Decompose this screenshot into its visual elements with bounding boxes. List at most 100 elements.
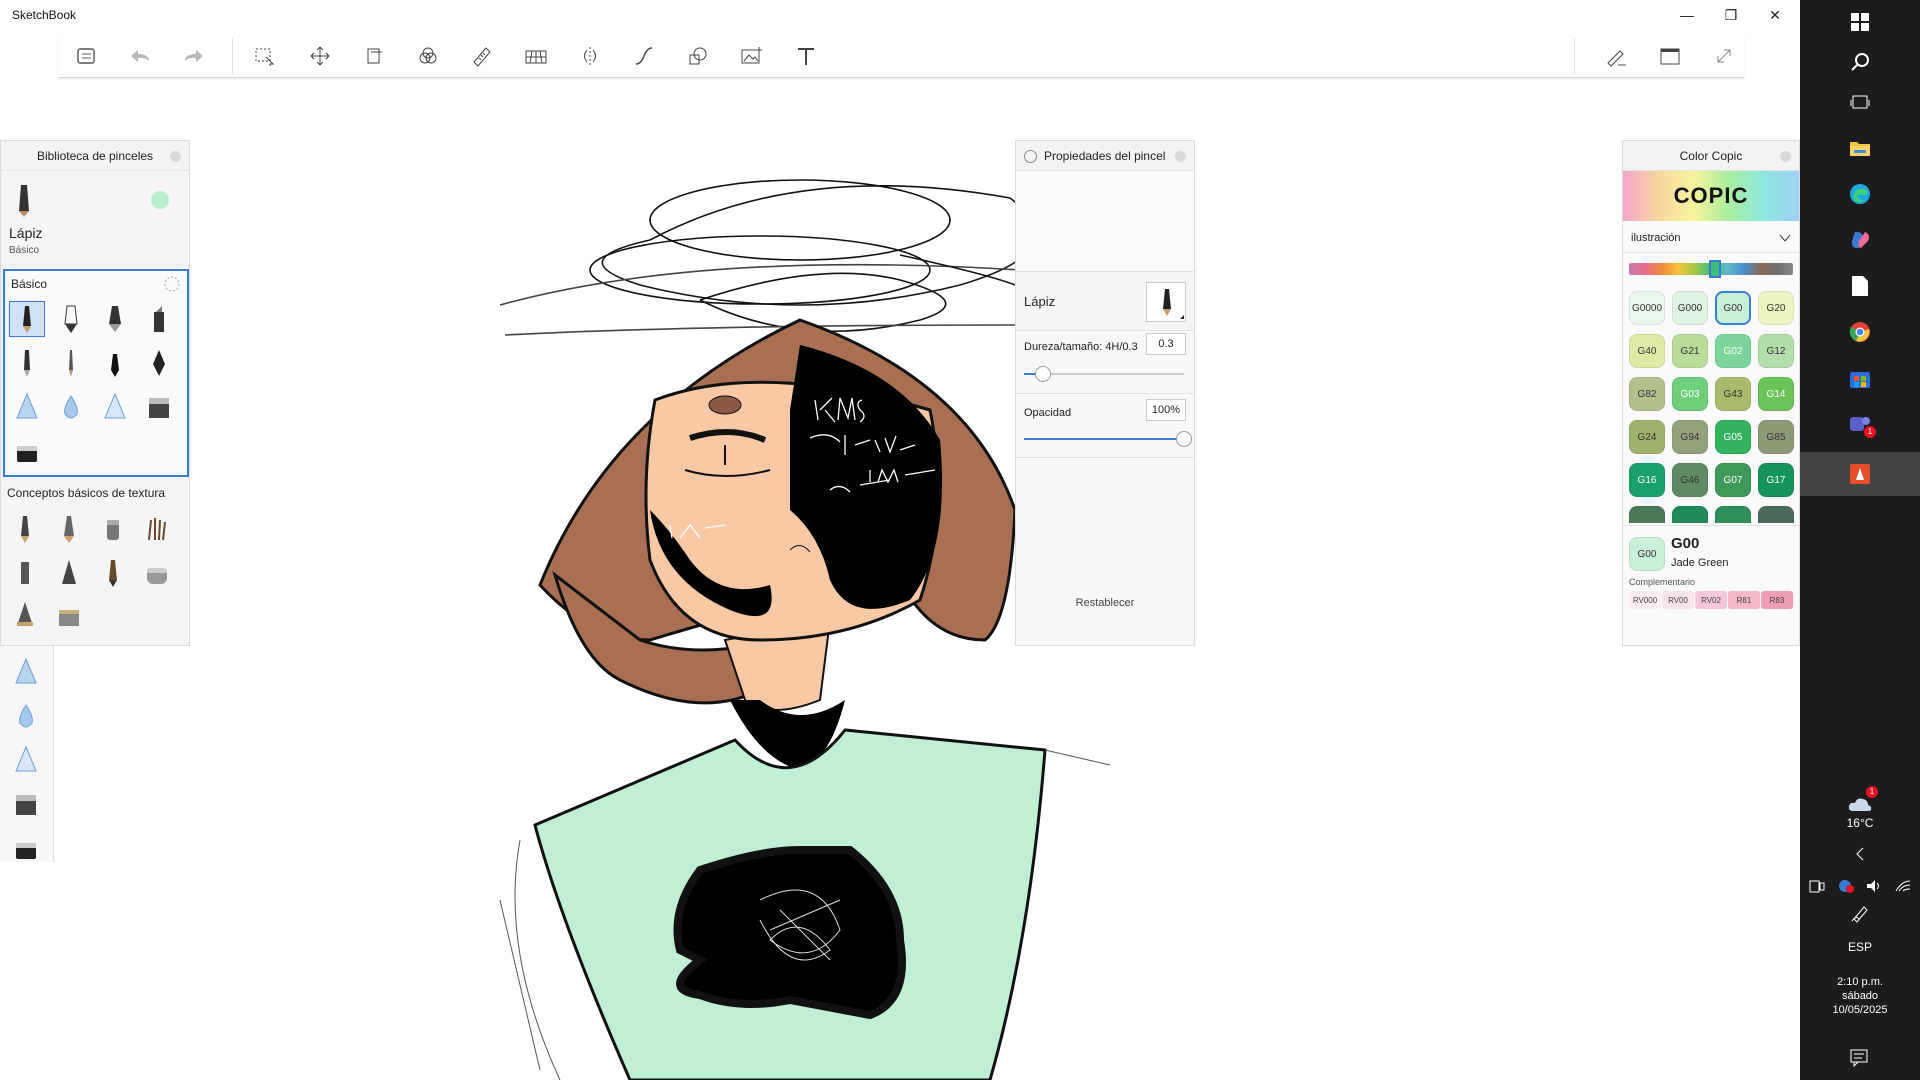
show-hidden-icons-button[interactable] [1800,842,1920,866]
brush-preview-button[interactable] [1146,282,1186,322]
chrome-button[interactable] [1800,310,1920,354]
brush-eraser[interactable] [141,389,177,425]
color-swatch-partial[interactable] [1672,506,1708,523]
meet-now-icon[interactable] [1808,878,1826,894]
select-button[interactable] [246,40,282,72]
brush-pencil[interactable] [9,301,45,337]
texture-brush-8[interactable] [139,555,175,591]
color-swatch-partial[interactable] [1715,506,1751,523]
notifications-button[interactable] [1800,1036,1920,1080]
panel-close-dot[interactable] [1175,151,1186,162]
color-swatch-g21[interactable]: G21 [1672,334,1708,368]
color-family-strip[interactable] [1629,260,1793,278]
texture-brush-5[interactable] [7,555,43,591]
color-swatch-g03[interactable]: G03 [1672,377,1708,411]
brush-water-drop[interactable] [53,389,89,425]
texture-brush-10[interactable] [51,597,87,633]
pencil-stroke-button[interactable] [1598,40,1634,72]
quick-brush-water[interactable] [8,698,44,734]
color-swatch-g00[interactable]: G00 [1715,291,1751,325]
color-swatch-g85[interactable]: G85 [1758,420,1794,454]
quick-brush-soft-eraser[interactable] [8,830,44,866]
task-view-button[interactable] [1800,80,1920,124]
color-swatch-g0000[interactable]: G0000 [1629,291,1665,325]
copilot-button[interactable] [1800,218,1920,262]
color-swatch-g24[interactable]: G24 [1629,420,1665,454]
complementary-swatch-r81[interactable]: R81 [1728,591,1760,609]
brush-list-button[interactable] [68,40,104,72]
color-swatch-g20[interactable]: G20 [1758,291,1794,325]
texture-brush-4[interactable] [139,511,175,547]
curve-button[interactable] [626,40,662,72]
brush-calligraphy[interactable] [141,345,177,381]
brush-hard-airbrush[interactable] [97,389,133,425]
color-swatch-partial[interactable] [1758,506,1794,523]
hardness-slider[interactable] [1024,366,1184,382]
window-mode-button[interactable] [1652,40,1688,72]
teams-button[interactable]: 1 [1800,402,1920,446]
shapes-button[interactable] [680,40,716,72]
file-explorer-button[interactable] [1800,126,1920,170]
opacity-input[interactable]: 100% [1146,399,1186,421]
color-swatch-partial[interactable] [1629,506,1665,523]
search-button[interactable] [1800,40,1920,84]
reset-button[interactable]: Restablecer [1016,597,1194,609]
color-swatch-g16[interactable]: G16 [1629,463,1665,497]
complementary-swatch-rv02[interactable]: RV02 [1695,591,1727,609]
sketchbook-taskbar-button[interactable] [1800,452,1920,496]
texture-brush-6[interactable] [51,555,87,591]
color-swatch-g46[interactable]: G46 [1672,463,1708,497]
symmetry-button[interactable] [572,40,608,72]
complementary-swatch-r83[interactable]: R83 [1761,591,1793,609]
fullscreen-button[interactable] [1706,40,1742,72]
brush-ballpoint[interactable] [9,345,45,381]
color-mix-button[interactable] [410,40,446,72]
perspective-button[interactable] [518,40,554,72]
opacity-slider-thumb[interactable] [1176,431,1192,447]
brush-fineliner[interactable] [97,345,133,381]
brush-marker[interactable] [141,301,177,337]
color-swatch-g17[interactable]: G17 [1758,463,1794,497]
text-button[interactable] [788,40,824,72]
texture-brush-3[interactable] [95,511,131,547]
color-swatch-g02[interactable]: G02 [1715,334,1751,368]
hardness-input[interactable]: 0.3 [1146,333,1186,355]
color-swatch-g40[interactable]: G40 [1629,334,1665,368]
complementary-swatch-rv00[interactable]: RV00 [1662,591,1694,609]
current-color-dot[interactable] [151,191,169,209]
close-button[interactable]: ✕ [1752,0,1798,30]
ruler-button[interactable] [464,40,500,72]
color-swatch-g000[interactable]: G000 [1672,291,1708,325]
color-swatch-g14[interactable]: G14 [1758,377,1794,411]
transform-button[interactable] [302,40,338,72]
brush-airbrush[interactable] [9,389,45,425]
brush-fine-pencil[interactable] [53,345,89,381]
color-family-marker[interactable] [1709,260,1721,278]
wifi-icon[interactable] [1894,878,1912,894]
drawing-canvas[interactable] [0,80,1800,1080]
panel-close-dot[interactable] [170,151,181,162]
pen-menu-button[interactable] [1800,896,1920,930]
color-swatch-g43[interactable]: G43 [1715,377,1751,411]
pin-icon[interactable] [1024,150,1037,163]
minimize-button[interactable]: — [1664,0,1710,30]
quick-brush-hard-airbrush[interactable] [8,742,44,778]
panel-close-dot[interactable] [1780,151,1791,162]
input-language[interactable]: ESP [1800,940,1920,954]
color-swatch-g07[interactable]: G07 [1715,463,1751,497]
start-button[interactable] [1800,0,1920,44]
brush-ink-pen[interactable] [97,301,133,337]
edge-button[interactable] [1800,172,1920,216]
texture-brush-1[interactable] [7,511,43,547]
brush-soft-eraser[interactable] [9,433,45,469]
texture-brush-7[interactable] [95,555,131,591]
brush-technical-pen[interactable] [53,301,89,337]
maximize-button[interactable]: ❐ [1708,0,1754,30]
redo-button[interactable] [176,40,212,72]
notepad-button[interactable] [1800,264,1920,308]
quick-brush-airbrush[interactable] [8,654,44,690]
undo-button[interactable] [122,40,158,72]
color-swatch-g12[interactable]: G12 [1758,334,1794,368]
opacity-slider[interactable] [1024,431,1192,447]
color-swatch-g82[interactable]: G82 [1629,377,1665,411]
